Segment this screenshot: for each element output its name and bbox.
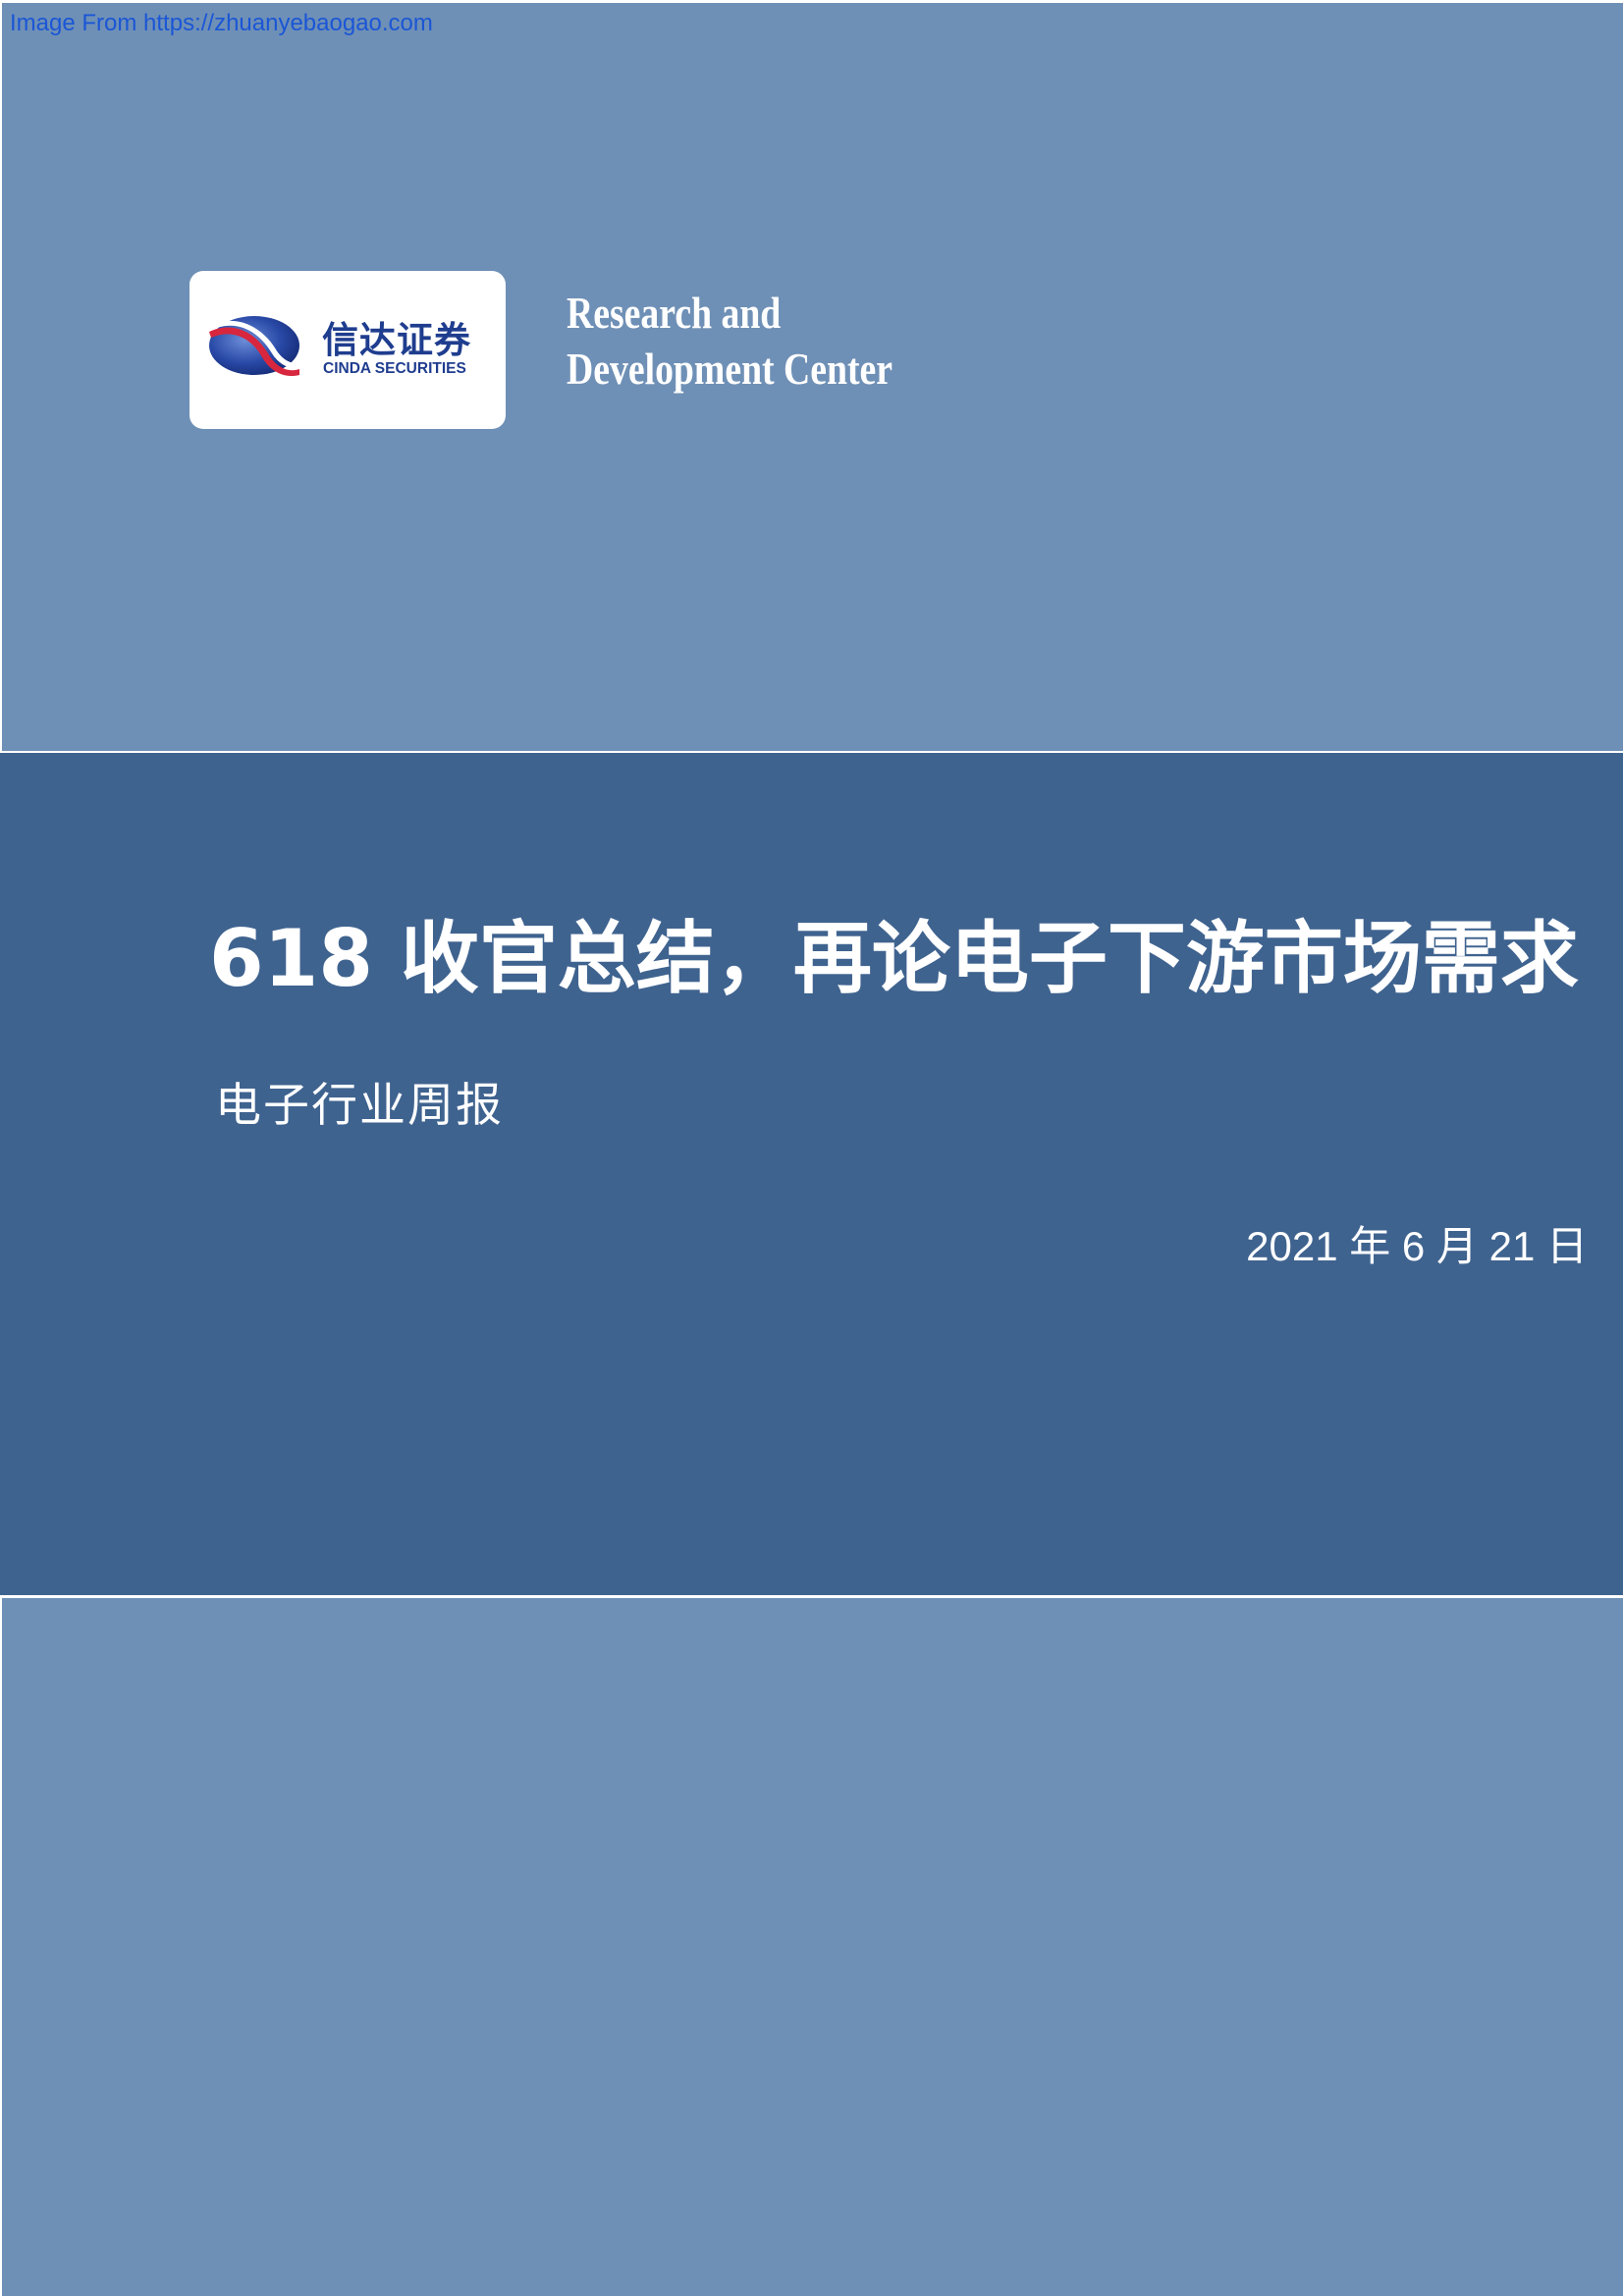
logo-english-name: CINDA SECURITIES <box>323 360 466 377</box>
footer-band <box>2 1598 1623 2296</box>
title-band <box>0 753 1623 1595</box>
research-center-line-1: Research and <box>567 288 782 338</box>
research-center-line-2: Development Center <box>567 344 893 394</box>
cinda-logo: 信达证券 CINDA SECURITIES <box>189 271 506 429</box>
logo-chinese-name: 信达证券 <box>322 319 471 361</box>
cinda-logo-mark-icon <box>209 316 301 377</box>
report-date: 2021 年 6 月 21 日 <box>1246 1223 1588 1269</box>
report-title: 618 收官总结，再论电子下游市场需求 <box>209 913 1579 1004</box>
source-link[interactable]: Image From https://zhuanyebaogao.com <box>10 10 433 37</box>
report-subtitle: 电子行业周报 <box>215 1079 504 1133</box>
research-center-label: Research and Development Center <box>567 285 893 397</box>
